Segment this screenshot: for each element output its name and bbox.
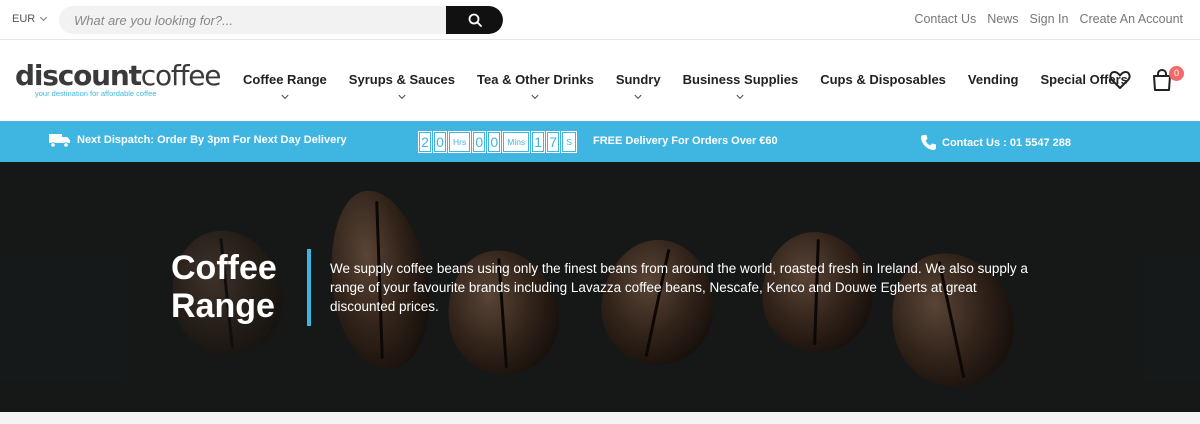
chevron-down-icon [40,13,48,22]
nav-label: Cups & Disposables [820,72,946,87]
top-utility-bar: EUR Contact Us News Sign In Create An Ac… [0,0,1200,40]
dispatch-info: Next Dispatch: Order By 3pm For Next Day… [49,134,347,148]
delivery-truck-icon [49,134,70,148]
account-links: Contact Us News Sign In Create An Accoun… [914,12,1183,26]
countdown-hours-label: Hrs [447,131,472,153]
news-link[interactable]: News [987,12,1018,26]
countdown-hours-digit: 0 [433,131,447,153]
hero-description: We supply coffee beans using only the fi… [330,261,1028,314]
chevron-down-icon [281,91,289,100]
countdown-mins-digit: 0 [487,131,502,153]
countdown-mins-digit: 0 [472,131,487,153]
chevron-down-icon [736,91,744,100]
dispatch-countdown: 2 0 Hrs 0 0 Mins 1 7 S [418,131,577,153]
hero-title: Coffee Range [171,249,301,325]
logo-bold: discount [15,59,142,92]
wishlist-button[interactable] [1109,70,1131,95]
contact-phone-link[interactable]: Contact Us : 01 5547 288 [920,134,1071,151]
nav-cups-disposables[interactable]: Cups & Disposables [809,72,957,87]
main-header: discountcoffee your destination for affo… [0,40,1200,121]
hero-title-line: Coffee [171,249,277,287]
hero-banner: Coffee Range We supply coffee beans usin… [0,162,1200,412]
countdown-mins-label: Mins [502,131,531,153]
chevron-down-icon [398,91,406,100]
nav-label: Business Supplies [682,72,799,87]
nav-vending[interactable]: Vending [957,72,1030,87]
nav-label: Tea & Other Drinks [477,72,594,87]
nav-label: Coffee Range [243,72,327,87]
nav-label: Sundry [615,72,661,87]
nav-coffee-range[interactable]: Coffee Range [232,72,338,100]
search-bar [59,6,503,34]
chevron-down-icon [531,91,539,100]
currency-selector[interactable]: EUR [12,13,48,25]
logo-light: coffee [140,59,222,92]
sign-in-link[interactable]: Sign In [1030,12,1069,26]
nav-syrups-sauces[interactable]: Syrups & Sauces [338,72,466,100]
hero-title-line: Range [171,287,275,325]
search-icon [468,13,482,27]
search-input[interactable] [59,6,447,34]
info-bar: Next Dispatch: Order By 3pm For Next Day… [0,121,1200,162]
nav-label: Vending [967,72,1019,87]
nav-label: Syrups & Sauces [348,72,456,87]
countdown-secs-label: S [561,131,577,153]
phone-icon [921,135,936,150]
nav-sundry[interactable]: Sundry [605,72,672,100]
contact-phone-text: Contact Us : 01 5547 288 [942,136,1072,149]
site-logo[interactable]: discountcoffee your destination for affo… [15,59,222,99]
nav-business-supplies[interactable]: Business Supplies [672,72,810,100]
countdown-secs-digit: 7 [546,131,561,153]
chevron-down-icon [634,91,642,100]
hero-accent-divider [307,249,311,326]
countdown-secs-digit: 1 [531,131,546,153]
free-delivery-text: FREE Delivery For Orders Over €60 [593,135,778,147]
main-nav: Coffee Range Syrups & Sauces Tea & Other… [232,72,1139,100]
dispatch-text: Next Dispatch: Order By 3pm For Next Day… [77,134,347,146]
nav-tea-other-drinks[interactable]: Tea & Other Drinks [466,72,605,100]
countdown-hours-digit: 2 [418,131,432,153]
create-account-link[interactable]: Create An Account [1079,12,1183,26]
heart-icon [1109,71,1131,89]
currency-label: EUR [12,13,36,25]
cart-count-badge: 0 [1169,66,1184,81]
search-button[interactable] [446,6,503,34]
contact-us-link[interactable]: Contact Us [914,12,976,26]
